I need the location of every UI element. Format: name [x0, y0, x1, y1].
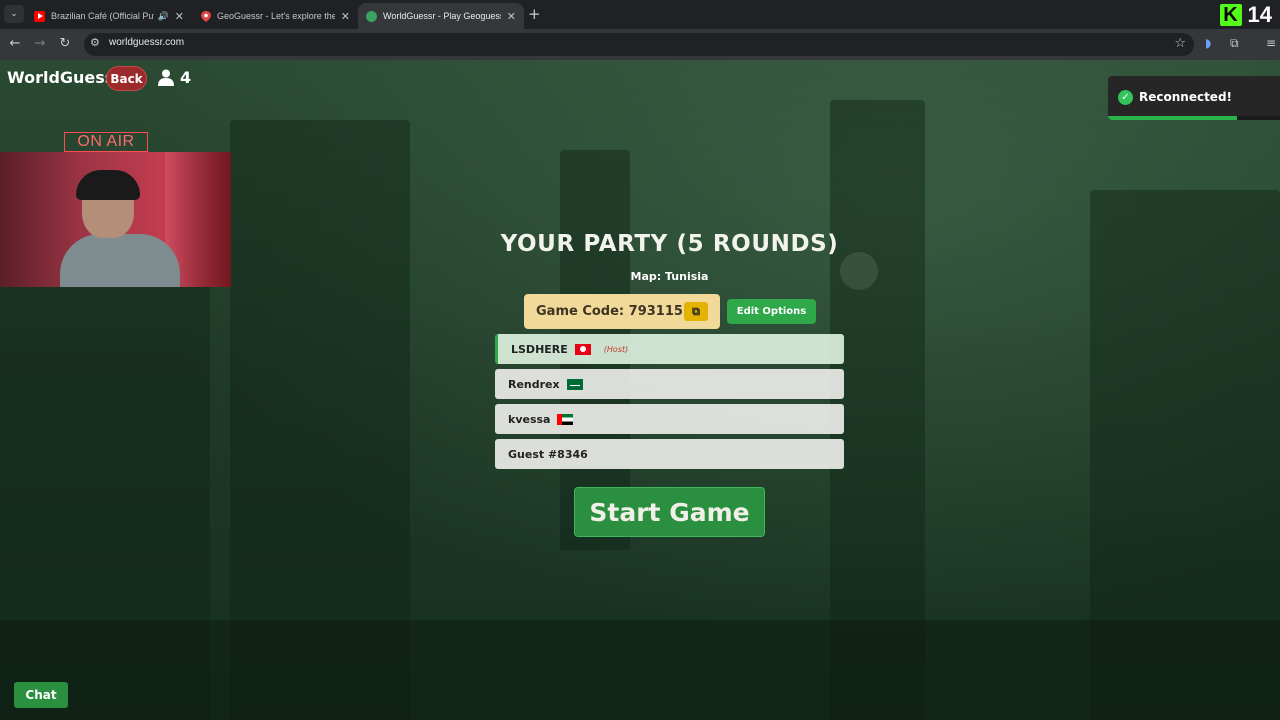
kick-logo-icon: K [1219, 4, 1242, 26]
url-text[interactable]: worldguessr.com [109, 37, 184, 48]
player-name: Guest #8346 [508, 447, 588, 461]
player-row: Guest #8346 [495, 439, 844, 469]
bookmark-star-icon[interactable]: ☆ [1174, 36, 1186, 51]
globe-icon [366, 10, 377, 22]
player-name: kvessa [508, 412, 551, 426]
youtube-icon [34, 10, 45, 22]
webcam-overlay [0, 152, 231, 287]
browser-tab-bar: ⌄ Brazilian Café (Official Putumayo 🔊 ✕ … [0, 0, 1280, 29]
close-icon[interactable]: ✕ [507, 10, 516, 23]
player-count: 4 [158, 68, 191, 87]
game-code-text: Game Code: 793115 [536, 304, 683, 319]
tunisia-flag-icon [574, 343, 591, 355]
site-info-icon[interactable]: ⚙ [90, 36, 100, 49]
tab-title: Brazilian Café (Official Putumayo [51, 11, 154, 21]
close-icon[interactable]: ✕ [341, 10, 350, 23]
menu-icon[interactable]: ≡ [1266, 36, 1276, 50]
player-count-value: 4 [180, 68, 192, 87]
close-icon[interactable]: ✕ [175, 10, 184, 23]
player-row: Rendrex [495, 369, 844, 399]
saudi-arabia-flag-icon [566, 378, 583, 390]
uae-flag-icon [557, 413, 574, 425]
address-bar[interactable]: ⚙ worldguessr.com ☆ [84, 33, 1194, 56]
reload-icon[interactable]: ↻ [56, 35, 74, 53]
game-page: WorldGuessr Back 4 ON AIR ✓ Reconnected!… [0, 60, 1280, 720]
street-shadow [0, 620, 1280, 720]
toast-progress-bar [1108, 116, 1237, 120]
user-icon [158, 69, 174, 86]
start-game-button[interactable]: Start Game [574, 487, 765, 537]
reconnected-toast[interactable]: ✓ Reconnected! [1108, 76, 1280, 120]
browser-toolbar: ← → ↻ ⚙ worldguessr.com ☆ ◗ ⧉ ≡ [0, 29, 1280, 60]
back-arrow-icon[interactable]: ← [6, 35, 24, 53]
extension-icon[interactable]: ◗ [1205, 36, 1211, 50]
map-label: Map: Tunisia [630, 270, 709, 283]
tab-search-chevron-icon[interactable]: ⌄ [4, 5, 24, 23]
map-pin-icon [200, 10, 211, 22]
party-title: YOUR PARTY (5 ROUNDS) [500, 231, 839, 257]
browser-tab-youtube[interactable]: Brazilian Café (Official Putumayo 🔊 ✕ [26, 3, 192, 29]
tab-title: GeoGuessr - Let's explore the world [217, 11, 335, 21]
chat-button[interactable]: Chat [14, 682, 68, 708]
browser-tab-geoguessr[interactable]: GeoGuessr - Let's explore the world ✕ [192, 3, 358, 29]
kick-viewer-overlay: K 14 [1219, 2, 1272, 27]
brand-title: WorldGuessr [7, 68, 123, 87]
edit-options-button[interactable]: Edit Options [727, 299, 816, 324]
forward-arrow-icon[interactable]: → [31, 35, 49, 53]
copy-icon[interactable]: ⧉ [684, 302, 708, 321]
toast-progress-track [1108, 116, 1280, 120]
player-row: kvessa [495, 404, 844, 434]
player-name: Rendrex [508, 377, 560, 391]
on-air-badge: ON AIR [64, 132, 148, 152]
toast-message: Reconnected! [1139, 90, 1233, 104]
player-name: LSDHERE [511, 342, 568, 356]
speaker-icon[interactable]: 🔊 [158, 11, 169, 22]
extensions-puzzle-icon[interactable]: ⧉ [1230, 36, 1239, 51]
host-tag: (Host) [603, 344, 629, 354]
check-circle-icon: ✓ [1118, 90, 1133, 105]
viewer-count: 14 [1247, 2, 1272, 27]
browser-tab-worldguessr[interactable]: WorldGuessr - Play Geoguessr Free ✕ [358, 3, 524, 29]
game-code-box: Game Code: 793115 ⧉ [524, 294, 720, 329]
new-tab-plus-icon[interactable]: + [528, 6, 541, 22]
back-button[interactable]: Back [106, 66, 147, 91]
player-row: LSDHERE (Host) [495, 334, 844, 364]
tab-title: WorldGuessr - Play Geoguessr Free [383, 11, 501, 21]
